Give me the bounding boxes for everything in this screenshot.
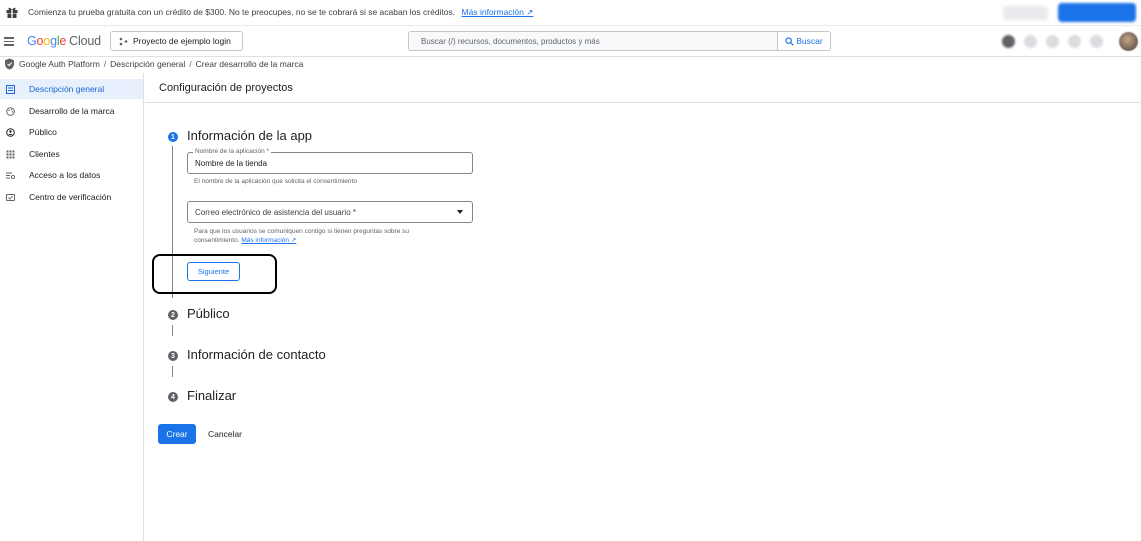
- project-icon: [119, 37, 128, 45]
- next-button[interactable]: Siguiente: [187, 262, 240, 281]
- step-3-connector: [172, 366, 173, 377]
- app-name-label: Nombre de la aplicación *: [193, 148, 272, 155]
- palette-icon: [6, 106, 15, 116]
- google-cloud-logo[interactable]: Google Cloud: [27, 34, 101, 48]
- sidebar-item-label: Clientes: [29, 149, 60, 159]
- step-1-indicator: 1: [168, 132, 178, 142]
- sidebar-item-label: Centro de verificación: [29, 192, 112, 202]
- sidebar-item-audience[interactable]: Público: [0, 122, 143, 142]
- support-email-select[interactable]: Correo electrónico de asistencia del usu…: [187, 201, 473, 223]
- project-selector[interactable]: Proyecto de ejemplo login: [110, 31, 243, 51]
- sidebar-item-label: Público: [29, 127, 57, 137]
- dropdown-arrow-icon: [457, 210, 463, 214]
- menu-icon[interactable]: [4, 37, 14, 46]
- sidebar-item-verification[interactable]: Centro de verificación: [0, 187, 143, 207]
- support-email-help: Para que los usuarios se comuniquen cont…: [194, 227, 454, 245]
- notifications-icon[interactable]: [1024, 35, 1037, 48]
- external-link-icon: ↗: [526, 7, 534, 17]
- sidebar-item-label: Acceso a los datos: [29, 170, 101, 180]
- banner-text: Comienza tu prueba gratuita con un crédi…: [28, 7, 533, 18]
- help-icon[interactable]: [1068, 35, 1081, 48]
- app-name-field[interactable]: Nombre de la aplicación * Nombre de la t…: [187, 148, 473, 174]
- search-input[interactable]: Buscar (/) recursos, documentos, product…: [408, 31, 778, 51]
- shield-icon: [5, 58, 14, 70]
- activate-credit-button[interactable]: [1058, 3, 1136, 22]
- sidebar-item-overview[interactable]: Descripción general: [0, 79, 143, 99]
- sidebar-item-branding[interactable]: Desarrollo de la marca: [0, 101, 143, 121]
- breadcrumb-auth-platform[interactable]: Google Auth Platform: [19, 59, 100, 69]
- page-title-bar: Configuración de proyectos: [145, 73, 1141, 103]
- dismiss-button[interactable]: [1003, 6, 1048, 20]
- sidebar-item-clients[interactable]: Clientes: [0, 144, 143, 164]
- breadcrumb-separator: /: [189, 59, 192, 69]
- header-actions: [1002, 35, 1103, 48]
- promo-banner: Comienza tu prueba gratuita con un crédi…: [0, 0, 1141, 26]
- breadcrumb-separator: /: [103, 59, 107, 69]
- step-4-indicator: 4: [168, 392, 178, 402]
- project-name: Proyecto de ejemplo login: [133, 36, 231, 46]
- banner-message: Comienza tu prueba gratuita con un crédi…: [28, 7, 456, 17]
- step-2-indicator: 2: [168, 310, 178, 320]
- top-header: Google Cloud Proyecto de ejemplo login Bu…: [0, 27, 1141, 57]
- sidebar-item-label: Desarrollo de la marca: [29, 106, 115, 116]
- sidebar: Descripción general Desarrollo de la mar…: [0, 73, 144, 541]
- search-icon: [785, 36, 794, 46]
- cancel-button[interactable]: Cancelar: [204, 424, 246, 444]
- banner-more-info-link[interactable]: Más información ↗: [462, 7, 534, 17]
- breadcrumb-overview[interactable]: Descripción general: [110, 59, 185, 69]
- avatar[interactable]: [1119, 32, 1138, 51]
- dashboard-icon: [6, 84, 15, 94]
- step-3-title[interactable]: Información de contacto: [187, 347, 326, 362]
- external-link-icon: ↗: [290, 237, 297, 244]
- breadcrumb: Google Auth Platform / Descripción general…: [0, 58, 1141, 72]
- search-placeholder: Buscar (/) recursos, documentos, product…: [421, 36, 600, 46]
- page-title: Configuración de proyectos: [159, 82, 293, 94]
- app-name-value: Nombre de la tienda: [195, 159, 268, 168]
- grid-icon: [6, 150, 15, 158]
- create-button[interactable]: Crear: [158, 424, 196, 444]
- search-button[interactable]: Buscar: [777, 31, 831, 51]
- app-name-help: El nombre de la aplicación que solicita …: [194, 178, 357, 185]
- more-vert-icon[interactable]: [1090, 35, 1103, 48]
- verification-icon: [6, 193, 15, 201]
- sidebar-item-data-access[interactable]: Acceso a los datos: [0, 165, 143, 185]
- step-1-title: Información de la app: [187, 128, 313, 143]
- step-2-connector: [172, 325, 173, 336]
- step-2-title[interactable]: Público: [187, 306, 230, 321]
- cloud-shell-icon[interactable]: [1046, 35, 1059, 48]
- data-access-icon: [6, 172, 15, 179]
- person-icon: [6, 127, 15, 137]
- step-3-indicator: 3: [168, 351, 178, 361]
- step-4-title[interactable]: Finalizar: [187, 388, 236, 403]
- support-email-help-text: Para que los usuarios se comuniquen cont…: [194, 228, 409, 244]
- sidebar-item-label: Descripción general: [29, 84, 105, 94]
- gift-icon: [6, 7, 18, 18]
- support-email-label: Correo electrónico de asistencia del usu…: [195, 208, 356, 217]
- breadcrumb-current: Crear desarrollo de la marca: [195, 59, 304, 69]
- gemini-icon[interactable]: [1002, 35, 1015, 48]
- more-info-link[interactable]: Más información ↗: [241, 237, 296, 244]
